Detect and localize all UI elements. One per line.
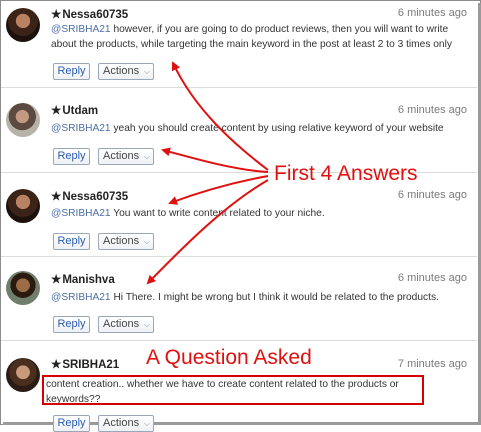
arrow-to-answer-1 (171, 61, 269, 171)
answers-annotation-label: First 4 Answers (274, 162, 418, 185)
question-annotation-label: A Question Asked (146, 346, 312, 369)
arrow-to-answer-4 (146, 179, 269, 285)
arrow-to-answer-2 (161, 147, 269, 173)
